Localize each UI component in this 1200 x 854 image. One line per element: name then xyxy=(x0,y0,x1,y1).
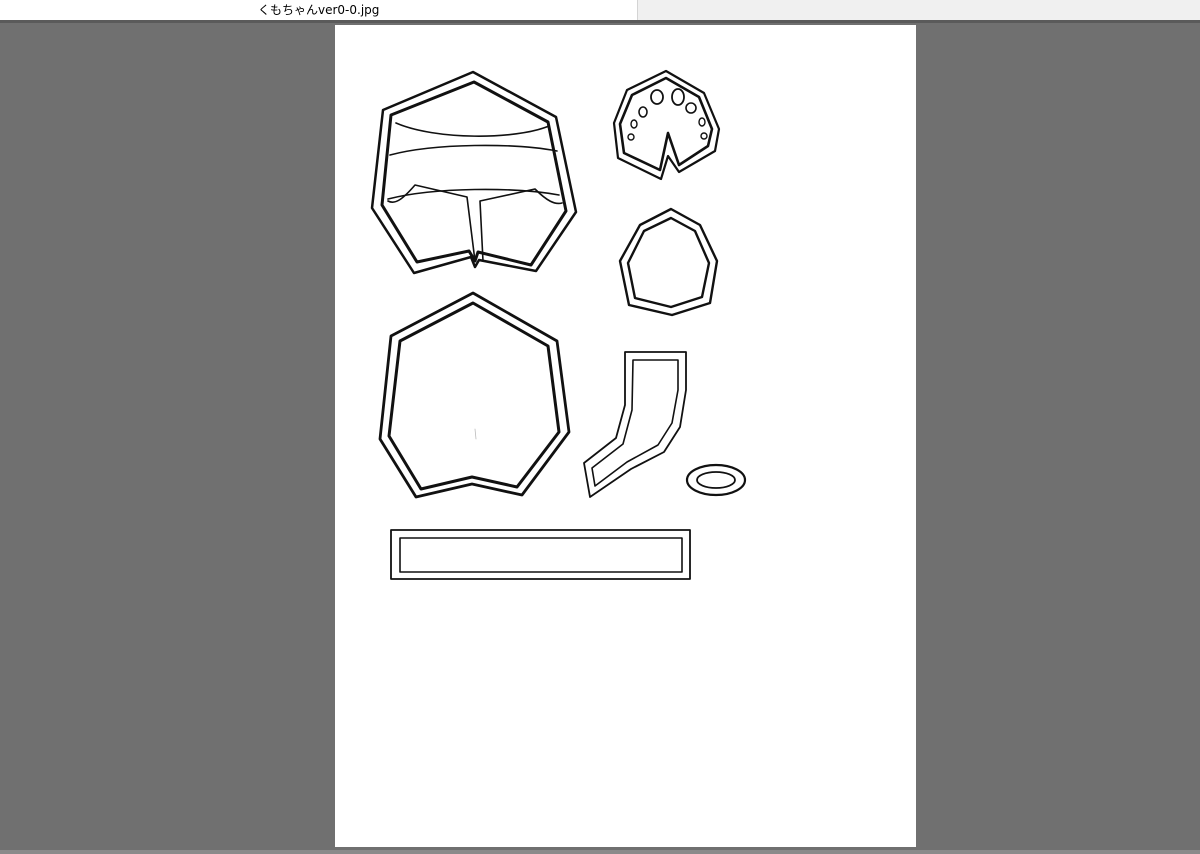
rectangle-strip-icon xyxy=(390,529,691,580)
template-drawing xyxy=(370,69,747,580)
paper-canvas xyxy=(335,25,916,847)
oval-ring-icon xyxy=(685,463,747,497)
title-bar-empty-area xyxy=(638,0,1200,20)
eye-piece-icon xyxy=(612,69,721,181)
round-piece-icon xyxy=(618,207,719,317)
title-bar: くもちゃんver0-0.jpg xyxy=(0,0,1200,20)
document-tab-title: くもちゃんver0-0.jpg xyxy=(258,3,380,17)
hook-piece-icon xyxy=(583,351,687,498)
document-tab[interactable]: くもちゃんver0-0.jpg xyxy=(0,0,638,20)
hood-piece-icon xyxy=(370,70,578,275)
bottom-scroll-strip xyxy=(0,850,1200,854)
heptagon-piece-icon xyxy=(378,291,571,499)
